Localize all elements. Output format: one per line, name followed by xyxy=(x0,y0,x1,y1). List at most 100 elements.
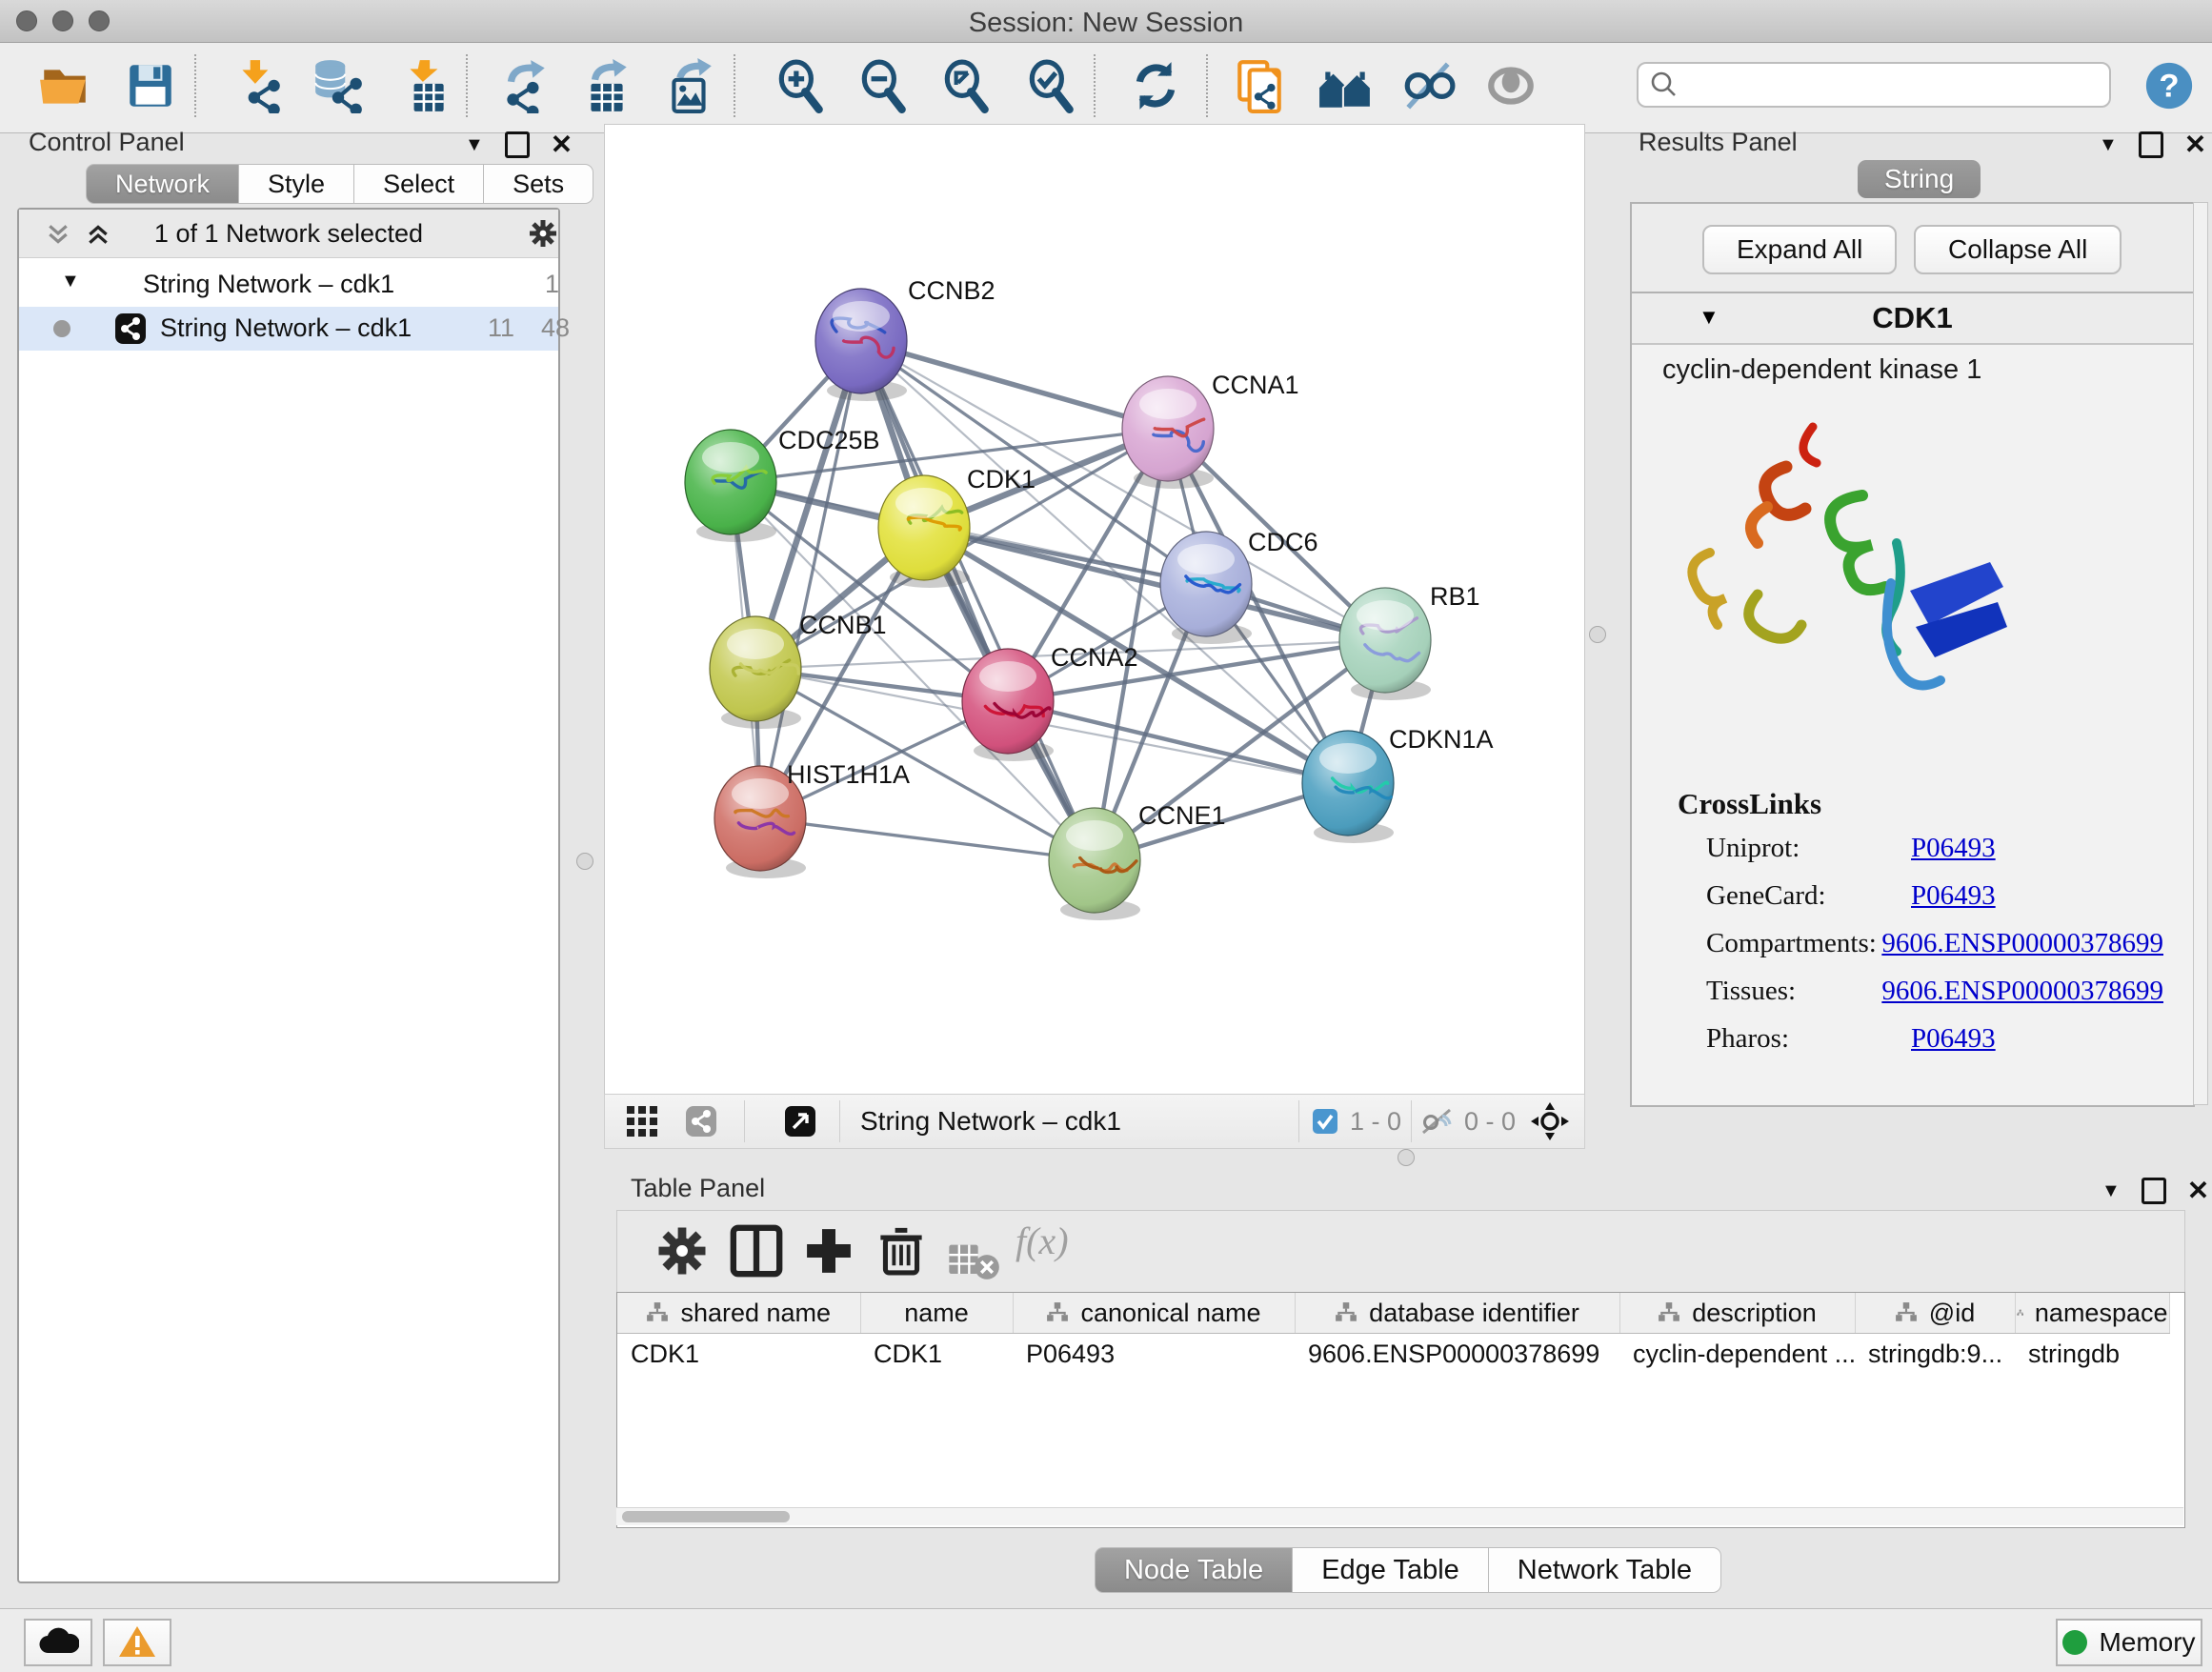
string-home-icon[interactable] xyxy=(1317,58,1373,113)
save-session-icon[interactable] xyxy=(123,58,178,113)
close-panel-icon[interactable]: ✕ xyxy=(2184,135,2206,154)
import-network-from-database-icon[interactable] xyxy=(311,58,366,113)
tab-node-table[interactable]: Node Table xyxy=(1095,1547,1293,1593)
table-horizontal-scrollbar[interactable] xyxy=(616,1507,2183,1525)
table-options-gear-icon[interactable] xyxy=(655,1224,709,1278)
help-icon[interactable]: ? xyxy=(2143,60,2199,115)
export-network-icon[interactable] xyxy=(497,58,553,113)
fit-selection-crosshair-icon[interactable] xyxy=(1531,1102,1569,1140)
crosslink-link[interactable]: P06493 xyxy=(1911,1023,1996,1055)
table-cell[interactable]: cyclin-dependent ... xyxy=(1619,1334,1855,1375)
control-panel-tab-select[interactable]: Select xyxy=(354,164,484,204)
bottom-splitter-handle[interactable] xyxy=(1398,1149,1415,1166)
network-options-gear-icon[interactable] xyxy=(528,218,558,249)
grid-view-icon[interactable] xyxy=(626,1105,658,1138)
control-panel-tab-style[interactable]: Style xyxy=(239,164,354,204)
export-table-icon[interactable] xyxy=(579,58,634,113)
left-splitter-handle[interactable] xyxy=(576,853,593,870)
network-canvas[interactable]: CCNB2CCNA1CDC25BCDK1CDC6RB1CCNB1CCNA2CDK… xyxy=(604,124,1585,1096)
node-CCNE1[interactable] xyxy=(1049,808,1140,920)
open-session-icon[interactable] xyxy=(37,58,92,113)
table-cell[interactable]: CDK1 xyxy=(617,1334,860,1375)
column-header-canonical-name[interactable]: canonical name xyxy=(1013,1293,1295,1334)
refresh-layout-icon[interactable] xyxy=(1128,58,1183,113)
float-panel-icon[interactable]: ▼ xyxy=(465,134,484,156)
edge-CCNB2-HIST1H1A[interactable] xyxy=(760,341,861,818)
view-network-name: String Network – cdk1 xyxy=(860,1106,1121,1137)
collapse-all-button[interactable]: Collapse All xyxy=(1914,225,2122,274)
expand-all-button[interactable]: Expand All xyxy=(1702,225,1897,274)
memory-button[interactable]: Memory xyxy=(2056,1619,2202,1666)
table-cell[interactable]: 9606.ENSP00000378699 xyxy=(1295,1334,1619,1375)
gene-section-header[interactable]: ▼ CDK1 xyxy=(1632,293,2193,345)
crosslink-link[interactable]: 9606.ENSP00000378699 xyxy=(1881,976,2163,1007)
string-view-icon[interactable] xyxy=(685,1105,717,1138)
control-panel-tab-sets[interactable]: Sets xyxy=(484,164,593,204)
table-cell[interactable]: stringdb xyxy=(2015,1334,2169,1375)
table-cell[interactable]: stringdb:9... xyxy=(1855,1334,2015,1375)
column-header-shared-name[interactable]: shared name xyxy=(617,1293,860,1334)
zoom-fit-icon[interactable] xyxy=(938,58,994,113)
maximize-panel-icon[interactable] xyxy=(505,131,530,158)
crosslink-link[interactable]: 9606.ENSP00000378699 xyxy=(1881,928,2163,959)
string-import-icon[interactable] xyxy=(1232,58,1287,113)
float-panel-icon[interactable]: ▼ xyxy=(2099,134,2118,156)
show-glass-ball-eye-icon[interactable] xyxy=(1483,58,1538,113)
edge-HIST1H1A-CCNE1[interactable] xyxy=(760,818,1095,860)
node-CCNB1[interactable] xyxy=(710,616,801,729)
column-header-name[interactable]: name xyxy=(860,1293,1013,1334)
function-builder-icon[interactable]: f(x) xyxy=(1016,1219,1120,1272)
close-panel-icon[interactable]: ✕ xyxy=(2187,1181,2209,1200)
network-graph[interactable]: CCNB2CCNA1CDC25BCDK1CDC6RB1CCNB1CCNA2CDK… xyxy=(605,125,1584,1095)
column-header--id[interactable]: @id xyxy=(1855,1293,2015,1334)
tab-network-table[interactable]: Network Table xyxy=(1489,1547,1721,1593)
table-cell[interactable]: CDK1 xyxy=(860,1334,1013,1375)
node-CCNA2[interactable] xyxy=(962,649,1054,761)
table-row[interactable]: CDK1CDK1P064939606.ENSP00000378699cyclin… xyxy=(617,1334,2169,1375)
maximize-panel-icon[interactable] xyxy=(2139,131,2163,158)
search-input[interactable] xyxy=(1688,66,2092,102)
warning-button[interactable] xyxy=(103,1619,171,1666)
memory-label: Memory xyxy=(2099,1627,2195,1658)
network-row[interactable]: String Network – cdk1 11 48 xyxy=(19,307,558,351)
birdseye-view-icon[interactable] xyxy=(784,1105,816,1138)
enhanced-graphics-slash-icon[interactable] xyxy=(1400,58,1456,113)
node-RB1[interactable] xyxy=(1339,588,1431,700)
export-image-icon[interactable] xyxy=(662,58,717,113)
crosslink-link[interactable]: P06493 xyxy=(1911,880,1996,912)
import-network-icon[interactable] xyxy=(231,58,286,113)
column-header-database-identifier[interactable]: database identifier xyxy=(1295,1293,1619,1334)
float-panel-icon[interactable]: ▼ xyxy=(2101,1180,2121,1202)
table-cell[interactable]: P06493 xyxy=(1013,1334,1295,1375)
crosslink-link[interactable]: P06493 xyxy=(1911,833,1996,864)
node-CCNB2[interactable] xyxy=(815,289,907,401)
zoom-selected-icon[interactable] xyxy=(1023,58,1078,113)
node-CDC6[interactable] xyxy=(1160,532,1252,644)
node-CCNA1[interactable] xyxy=(1122,376,1214,489)
zoom-in-icon[interactable] xyxy=(773,58,828,113)
delete-column-trash-icon[interactable] xyxy=(875,1224,928,1278)
selected-checkbox-icon[interactable] xyxy=(1312,1108,1338,1135)
create-column-plus-icon[interactable] xyxy=(802,1224,855,1278)
delete-table-icon[interactable] xyxy=(947,1234,1000,1287)
tab-edge-table[interactable]: Edge Table xyxy=(1293,1547,1489,1593)
scrollbar-thumb[interactable] xyxy=(622,1511,790,1522)
right-splitter-handle[interactable] xyxy=(1589,626,1606,643)
cloud-button[interactable] xyxy=(24,1619,92,1666)
column-header-namespace[interactable]: namespace xyxy=(2015,1293,2169,1334)
column-header-description[interactable]: description xyxy=(1619,1293,1855,1334)
zoom-out-icon[interactable] xyxy=(855,58,911,113)
maximize-panel-icon[interactable] xyxy=(2142,1178,2166,1204)
network-collection-row[interactable]: ▼ String Network – cdk1 1 xyxy=(19,263,558,307)
node-CDKN1A[interactable] xyxy=(1302,731,1394,843)
results-scrollbar[interactable] xyxy=(2193,202,2208,1105)
show-columns-icon[interactable] xyxy=(730,1224,783,1278)
import-table-icon[interactable] xyxy=(398,58,453,113)
node-CDK1[interactable] xyxy=(878,475,970,588)
control-panel-tab-network[interactable]: Network xyxy=(86,164,239,204)
results-tab-string[interactable]: String xyxy=(1858,160,1981,198)
node-CDC25B[interactable] xyxy=(685,430,776,542)
collection-expand-triangle[interactable]: ▼ xyxy=(61,271,80,292)
edge-CCNB2-CCNA1[interactable] xyxy=(861,341,1168,429)
close-panel-icon[interactable]: ✕ xyxy=(551,135,573,154)
